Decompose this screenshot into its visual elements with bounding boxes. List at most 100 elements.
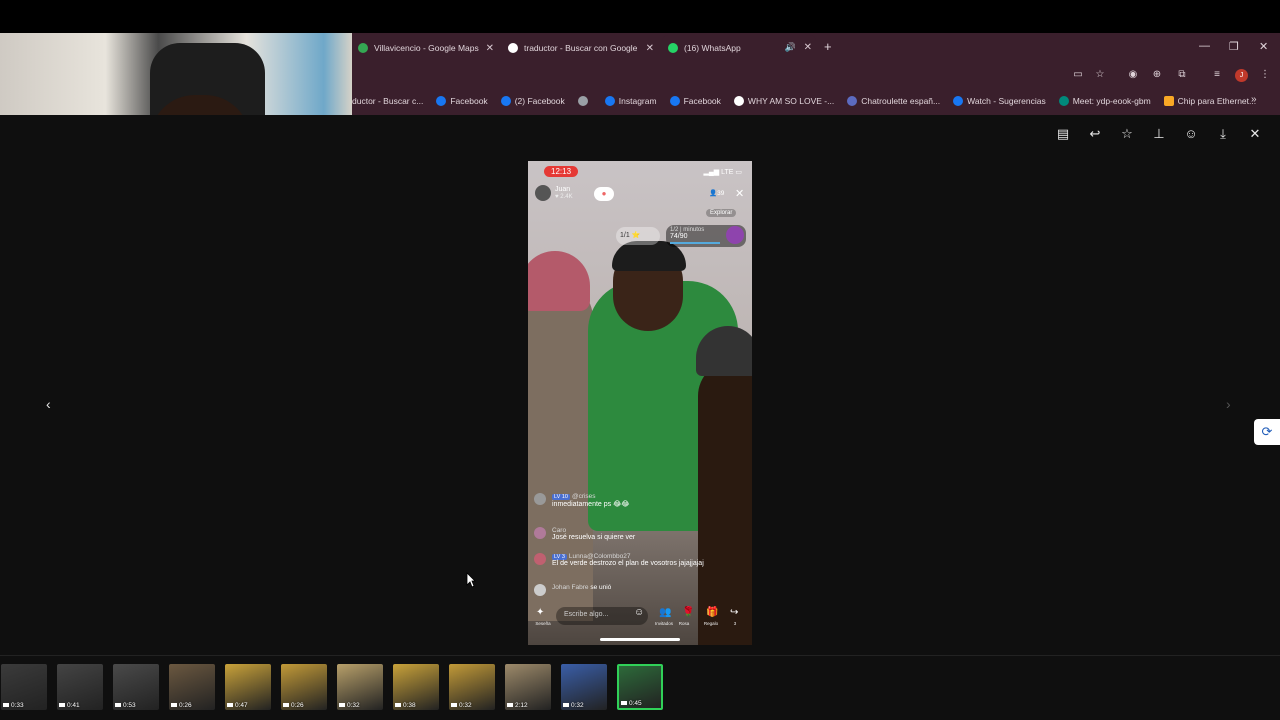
emoji-icon: ☺ [634, 607, 645, 618]
filmstrip-thumb[interactable]: 0:41 [57, 664, 103, 710]
new-tab-button[interactable]: + [824, 39, 832, 54]
profile-avatar[interactable]: J [1235, 69, 1248, 82]
bookmark-star-icon[interactable]: ☆ [1094, 69, 1106, 81]
bookmarks-overflow-icon[interactable]: » [1251, 94, 1257, 105]
next-media-icon[interactable]: › [1226, 396, 1231, 412]
filmstrip-thumb[interactable]: 0:45 [617, 664, 663, 710]
avatar [535, 185, 551, 201]
extension-icon[interactable]: ◉ [1127, 69, 1139, 81]
video-camera-icon [507, 703, 513, 707]
caption-icon[interactable]: ▤ [1055, 126, 1071, 142]
bookmark-item[interactable]: (2) Facebook [500, 96, 565, 106]
phone-clock: 12:13 [544, 166, 579, 177]
filmstrip-thumb[interactable]: 0:53 [113, 664, 159, 710]
bookmark-item[interactable]: Instagram [604, 96, 657, 106]
live-bottom-bar: ✦ Seseña Escribe algo... ☺ 👥 Invitados 🌹… [528, 605, 752, 645]
translate-extension-icon[interactable]: ⟳ [1254, 419, 1280, 445]
bookmark-item[interactable]: Meet: ydp-eook-gbm [1058, 96, 1151, 106]
video-camera-icon [227, 703, 233, 707]
filmstrip-thumb[interactable]: 0:26 [281, 664, 327, 710]
video-camera-icon [339, 703, 345, 707]
tab-google-maps[interactable]: Villavicencio - Google Maps ✕ [352, 36, 498, 60]
bookmark-item[interactable]: Chatroulette españ... [847, 96, 940, 106]
filmstrip-thumb[interactable]: 2:12 [505, 664, 551, 710]
live-stream-screenshot: 12:13 ▂▄▆ LTE ▭ Juan ♥ 2.4K ● 👤39 ✕ Expl… [528, 161, 752, 645]
facebook-icon [436, 96, 447, 106]
globe-icon [577, 96, 588, 106]
bookmark-item[interactable]: Chip para Ethernet... [1163, 96, 1256, 106]
host-info: Juan ♥ 2.4K [535, 185, 573, 201]
gem-icon [726, 226, 744, 244]
close-tab-icon[interactable]: ✕ [486, 43, 494, 54]
whatsapp-icon [668, 42, 678, 53]
download-icon[interactable]: ⤓ [1215, 126, 1231, 142]
facebook-icon [500, 96, 511, 106]
video-duration: 0:47 [235, 702, 248, 709]
pin-icon[interactable]: ⊥ [1151, 126, 1167, 142]
tab-whatsapp[interactable]: (16) WhatsApp 🔊 ✕ [662, 35, 816, 60]
filmstrip-thumb[interactable]: 0:32 [449, 664, 495, 710]
video-camera-icon [59, 703, 65, 707]
star-icon[interactable]: ☆ [1119, 126, 1135, 142]
previous-media-icon[interactable]: ‹ [46, 396, 51, 412]
close-window-icon[interactable]: ✕ [1259, 40, 1268, 53]
emoji-icon[interactable]: ☺ [1183, 126, 1199, 142]
gift-icon: 🎁 [706, 607, 719, 618]
menu-kebab-icon[interactable]: ⋮ [1259, 69, 1271, 81]
google-icon [508, 43, 518, 53]
bookmark-item[interactable] [577, 96, 592, 106]
video-camera-icon [283, 703, 289, 707]
video-duration: 0:26 [179, 702, 192, 709]
explorar-label: Explorar [706, 209, 737, 217]
close-tab-icon[interactable]: ✕ [804, 42, 812, 53]
video-duration: 0:38 [403, 702, 416, 709]
chat-message: Caro José resuelva si quiere ver [534, 527, 635, 541]
star-badge: 1/1 ⭐ [616, 227, 660, 245]
puzzle-icon[interactable]: ⧉ [1176, 69, 1188, 81]
video-duration: 2:12 [515, 702, 528, 709]
star-icon: ✦ [536, 607, 545, 618]
video-camera-icon [621, 701, 627, 705]
video-duration: 0:45 [629, 700, 642, 707]
minimize-icon[interactable]: — [1199, 40, 1210, 52]
close-tab-icon[interactable]: ✕ [646, 43, 654, 54]
reply-icon[interactable]: ↩ [1087, 126, 1103, 142]
filmstrip-thumb[interactable]: 0:26 [169, 664, 215, 710]
facebook-icon [953, 96, 964, 106]
bookmark-item[interactable]: ductor - Buscar c... [352, 96, 423, 106]
rose-icon: 🌹 [682, 607, 695, 618]
bookmarks-bar: ductor - Buscar c... Facebook (2) Facebo… [352, 92, 1269, 110]
chat-message: LV 3 Lunna@Colombbo27 El de verde destroz… [534, 553, 704, 567]
speaker-icon[interactable]: 🔊 [785, 42, 796, 53]
video-duration: 0:32 [459, 702, 472, 709]
video-duration: 0:32 [571, 702, 584, 709]
chat-message: Johan Fabre se unió [534, 584, 611, 596]
video-camera-icon [171, 703, 177, 707]
bookmark-item[interactable]: Facebook [669, 96, 721, 106]
bookmark-item[interactable]: Watch - Sugerencias [953, 96, 1046, 106]
bookmark-item[interactable]: WHY AM SO LOVE -... [733, 96, 834, 106]
video-camera-icon [451, 703, 457, 707]
close-viewer-icon[interactable]: ✕ [1247, 126, 1263, 142]
avatar [534, 584, 546, 596]
folder-icon [1163, 96, 1174, 106]
cast-icon[interactable]: ▭ [1072, 69, 1084, 81]
filmstrip-thumb[interactable]: 0:33 [1, 664, 47, 710]
filmstrip-thumb[interactable]: 0:47 [225, 664, 271, 710]
share-icon: ↪ [730, 607, 739, 618]
google-icon [733, 96, 744, 106]
goal-widget: 1/2 | minutos 74/90 [666, 225, 746, 247]
media-queue-icon[interactable]: ≡ [1211, 69, 1223, 81]
filmstrip-thumb[interactable]: 0:38 [393, 664, 439, 710]
close-icon: ✕ [735, 188, 745, 200]
bookmark-item[interactable]: Facebook [436, 96, 488, 106]
filmstrip-thumb[interactable]: 0:32 [561, 664, 607, 710]
chat-message: LV 10 @crises inmediatamente ps 😂😂 [534, 493, 629, 508]
filmstrip-thumb[interactable]: 0:32 [337, 664, 383, 710]
extension-plus-icon[interactable]: ⊕ [1151, 69, 1163, 81]
guests-icon: 👥 [659, 607, 672, 618]
maximize-icon[interactable]: ❐ [1229, 40, 1239, 53]
tab-google-search[interactable]: traductor - Buscar con Google ✕ [502, 36, 658, 60]
video-camera-icon [3, 703, 9, 707]
video-duration: 0:26 [291, 702, 304, 709]
